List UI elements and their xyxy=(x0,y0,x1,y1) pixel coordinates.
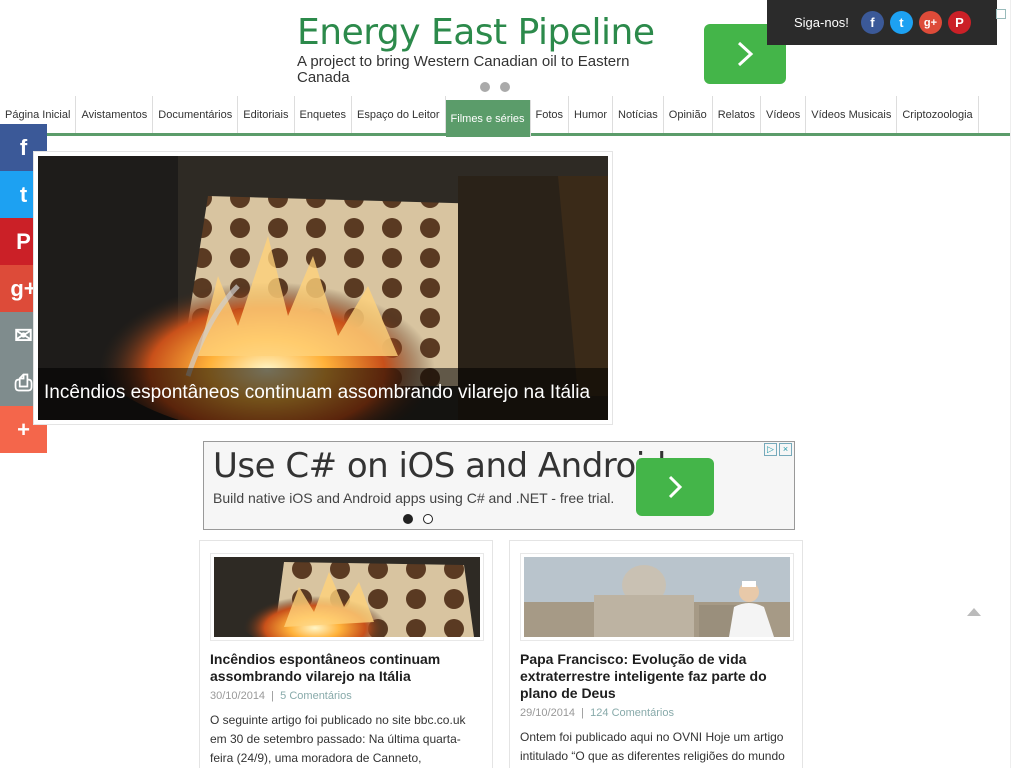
ad-choices[interactable]: ▷ × xyxy=(764,443,792,456)
adchoices-icon[interactable]: ▷ xyxy=(764,443,777,456)
ad-description: A project to bring Western Canadian oil … xyxy=(297,53,630,86)
scroll-to-top-icon[interactable] xyxy=(967,608,981,616)
nav-item[interactable]: Vídeos Musicais xyxy=(806,96,898,133)
article-meta: 29/10/2014 | 124 Comentários xyxy=(520,707,674,719)
nav-item[interactable]: Documentários xyxy=(153,96,239,133)
nav-item[interactable]: Espaço do Leitor xyxy=(352,96,446,133)
nav-item[interactable]: Enquetes xyxy=(295,96,352,133)
nav-item[interactable]: Editoriais xyxy=(238,96,295,133)
page-edge xyxy=(1010,0,1011,768)
ad-pager-dot[interactable] xyxy=(403,514,413,524)
ad-close-icon[interactable] xyxy=(996,9,1006,19)
ad-go-button[interactable] xyxy=(636,458,714,516)
follow-bar: Siga-nos! f t g+ P xyxy=(767,0,997,45)
article-comments[interactable]: 5 Comentários xyxy=(280,690,352,702)
middle-advertisement[interactable]: Use C# on iOS and Android Build native i… xyxy=(203,441,795,530)
article-excerpt: O seguinte artigo foi publicado no site … xyxy=(210,713,466,765)
ad-pager-dot[interactable] xyxy=(423,514,433,524)
article-thumbnail[interactable] xyxy=(520,553,794,641)
vatican-photo xyxy=(524,557,790,637)
featured-caption[interactable]: Incêndios espontâneos continuam assombra… xyxy=(38,368,608,420)
nav-list: Página Inicial Avistamentos Documentários E… xyxy=(0,96,1010,137)
nav-item[interactable]: Filmes e séries xyxy=(445,100,531,137)
chevron-right-icon xyxy=(668,475,683,499)
article-meta: 30/10/2014 | 5 Comentários xyxy=(210,690,352,702)
article-title[interactable]: Papa Francisco: Evolução de vida extrate… xyxy=(520,651,792,702)
main-navigation: Página Inicial Avistamentos Documentários E… xyxy=(0,96,1010,137)
ad-pager-dot[interactable] xyxy=(500,82,510,92)
nav-item[interactable]: Opinião xyxy=(664,96,713,133)
ad-title[interactable]: Use C# on iOS and Android xyxy=(213,446,666,486)
nav-item[interactable]: Relatos xyxy=(713,96,762,133)
google-plus-icon[interactable]: g+ xyxy=(918,11,942,34)
nav-item[interactable]: Notícias xyxy=(613,96,664,133)
facebook-icon[interactable]: f xyxy=(860,11,884,34)
ad-description: Build native iOS and Android apps using … xyxy=(213,490,615,506)
close-icon[interactable]: × xyxy=(779,443,792,456)
meta-separator: | xyxy=(578,707,588,719)
ad-title[interactable]: Energy East Pipeline xyxy=(297,12,655,53)
article-card: Papa Francisco: Evolução de vida extrate… xyxy=(509,540,803,768)
chevron-right-icon xyxy=(737,41,754,67)
pinterest-icon[interactable]: P xyxy=(947,11,971,34)
article-excerpt: Ontem foi publicado aqui no OVNI Hoje um… xyxy=(520,730,785,763)
top-advertisement[interactable]: Energy East Pipeline A project to bring … xyxy=(288,0,786,92)
article-card: Incêndios espontâneos continuam assombra… xyxy=(199,540,493,768)
meta-separator: | xyxy=(268,690,278,702)
nav-item[interactable]: Avistamentos xyxy=(76,96,154,133)
twitter-icon[interactable]: t xyxy=(889,11,913,34)
article-date: 30/10/2014 xyxy=(210,690,266,702)
article-thumbnail[interactable] xyxy=(210,553,484,641)
nav-item[interactable]: Criptozoologia xyxy=(897,96,979,133)
article-date: 29/10/2014 xyxy=(520,707,576,719)
featured-image[interactable]: Incêndios espontâneos continuam assombra… xyxy=(38,156,608,420)
nav-item[interactable]: Fotos xyxy=(531,96,570,133)
follow-label: Siga-nos! xyxy=(794,15,849,30)
article-comments[interactable]: 124 Comentários xyxy=(590,707,674,719)
ad-pager xyxy=(480,82,510,92)
nav-item[interactable]: Vídeos xyxy=(761,96,807,133)
ad-pager-dot[interactable] xyxy=(480,82,490,92)
fire-photo xyxy=(214,557,480,637)
article-title[interactable]: Incêndios espontâneos continuam assombra… xyxy=(210,651,482,685)
nav-item[interactable]: Humor xyxy=(569,96,614,133)
featured-slider[interactable]: Incêndios espontâneos continuam assombra… xyxy=(33,151,613,425)
